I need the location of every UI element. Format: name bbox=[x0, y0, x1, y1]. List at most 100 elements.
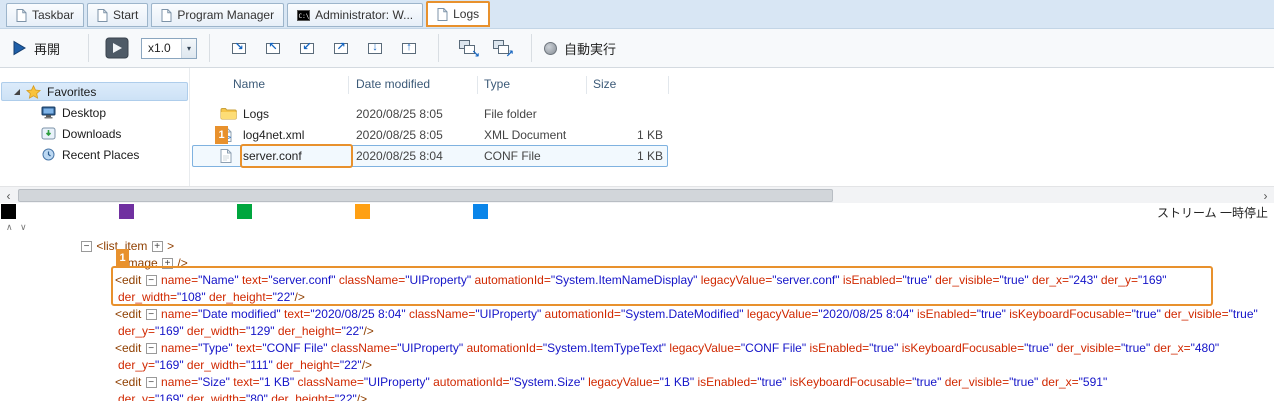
tree-node-edit-name[interactable]: <edit − name="Name" text="server.conf" c… bbox=[0, 272, 1274, 289]
tab-bar: Taskbar Start Program Manager C:\ Administra… bbox=[0, 0, 1274, 29]
expand-box-icon[interactable]: + bbox=[152, 241, 163, 252]
tree-node-continuation[interactable]: der_width="108" der_height="22"/> bbox=[0, 289, 1274, 306]
column-divider[interactable] bbox=[668, 76, 669, 94]
tree-node-continuation[interactable]: der_y="169" der_width="129" der_height="… bbox=[0, 323, 1274, 340]
folder-icon bbox=[220, 107, 237, 125]
step-down-icon[interactable]: ↓ bbox=[363, 36, 387, 60]
step-back-icon[interactable]: ↖ bbox=[261, 36, 285, 60]
tab-taskbar[interactable]: Taskbar bbox=[6, 3, 84, 27]
app-window: Taskbar Start Program Manager C:\ Administra… bbox=[0, 0, 1274, 401]
panel-scroll-controls: ∧ ∨ bbox=[0, 220, 1274, 236]
column-divider[interactable] bbox=[586, 76, 587, 94]
step-out-icon[interactable]: ↙ bbox=[295, 36, 319, 60]
tab-label: Logs bbox=[453, 7, 479, 21]
autorun-label: 自動実行 bbox=[564, 39, 616, 58]
collapse-box-icon[interactable]: − bbox=[81, 241, 92, 252]
sidebar-item-downloads[interactable]: Downloads bbox=[1, 124, 188, 143]
jump-to-line-icon[interactable]: ↗ bbox=[490, 36, 514, 60]
tab-start[interactable]: Start bbox=[87, 3, 148, 27]
column-headers: Name Date modified Type Size bbox=[190, 75, 1274, 95]
step-over-icon[interactable]: ↗ bbox=[329, 36, 353, 60]
resume-button[interactable]: 再開 bbox=[12, 39, 60, 58]
column-divider[interactable] bbox=[477, 76, 478, 94]
file-explorer: Favorites Desktop Downloads Recent Places N… bbox=[0, 68, 1274, 186]
file-date-modified: 2020/08/25 8:04 bbox=[356, 149, 443, 163]
tab-label: Start bbox=[113, 8, 138, 22]
sidebar-item-recent-places[interactable]: Recent Places bbox=[1, 145, 188, 164]
horizontal-scrollbar[interactable]: ‹ › bbox=[0, 186, 1274, 203]
collapse-box-icon[interactable]: − bbox=[146, 275, 157, 286]
stream-marker-2[interactable] bbox=[119, 204, 134, 219]
page-icon bbox=[161, 9, 172, 22]
arrow-glyph: ↗ bbox=[336, 42, 345, 53]
autorun-toggle[interactable]: 自動実行 bbox=[544, 39, 616, 58]
run-to-line-icon[interactable]: ↘ bbox=[456, 36, 480, 60]
sidebar-item-desktop[interactable]: Desktop bbox=[1, 103, 188, 122]
tree-node-continuation[interactable]: der_y="169" der_width="111" der_height="… bbox=[0, 357, 1274, 374]
chevron-down-icon[interactable]: ▾ bbox=[181, 39, 196, 58]
scroll-up-button[interactable]: ∧ bbox=[6, 222, 13, 233]
explorer-sidebar: Favorites Desktop Downloads Recent Places bbox=[0, 68, 190, 186]
restart-icon[interactable] bbox=[105, 37, 129, 59]
column-header-size[interactable]: Size bbox=[593, 77, 616, 91]
expander-icon[interactable] bbox=[14, 89, 20, 95]
record-circle-icon bbox=[544, 42, 557, 55]
step-into-icon[interactable]: ↘ bbox=[227, 36, 251, 60]
svg-text:C:\: C:\ bbox=[299, 13, 310, 20]
recent-places-icon bbox=[41, 148, 56, 161]
arrow-glyph: ↘ bbox=[234, 42, 243, 53]
collapse-box-icon[interactable]: − bbox=[146, 343, 157, 354]
tab-label: Taskbar bbox=[32, 8, 74, 22]
file-row-log4net-xml[interactable]: </>log4net.xml2020/08/25 8:05XML Documen… bbox=[190, 125, 1274, 145]
collapse-box-icon[interactable]: − bbox=[146, 377, 157, 388]
speed-select[interactable]: x1.0▾ bbox=[141, 38, 197, 59]
collapse-box-icon[interactable]: − bbox=[146, 309, 157, 320]
tree-node-edit-size[interactable]: <edit − name="Size" text="1 KB" classNam… bbox=[0, 374, 1274, 391]
step-up-icon[interactable]: ↑ bbox=[397, 36, 421, 60]
tree-node-continuation[interactable]: der_y="169" der_width="80" der_height="2… bbox=[0, 391, 1274, 401]
column-header-date-modified[interactable]: Date modified bbox=[356, 77, 430, 91]
stream-marker-1[interactable] bbox=[1, 204, 16, 219]
file-date-modified: 2020/08/25 8:05 bbox=[356, 107, 443, 121]
stream-marker-3[interactable] bbox=[237, 204, 252, 219]
file-type: XML Document bbox=[484, 128, 566, 142]
file-type: CONF File bbox=[484, 149, 541, 163]
page-icon bbox=[97, 9, 108, 22]
sidebar-item-label: Favorites bbox=[47, 85, 96, 99]
file-icon bbox=[220, 149, 232, 168]
tree-node-list-item[interactable]: − <list_item + > bbox=[0, 238, 1274, 255]
file-row-server-conf[interactable]: server.conf2020/08/25 8:04CONF File1 KB bbox=[190, 146, 1274, 166]
file-date-modified: 2020/08/25 8:05 bbox=[356, 128, 443, 142]
tree-node-edit-type[interactable]: <edit − name="Type" text="CONF File" cla… bbox=[0, 340, 1274, 357]
star-icon bbox=[26, 85, 41, 99]
file-row-logs[interactable]: Logs2020/08/25 8:05File folder bbox=[190, 104, 1274, 124]
toolbar-separator bbox=[438, 34, 439, 62]
page-icon bbox=[437, 8, 448, 21]
expand-box-icon[interactable]: + bbox=[162, 258, 173, 269]
arrow-glyph: ↙ bbox=[302, 42, 311, 53]
column-header-name[interactable]: Name bbox=[233, 77, 265, 91]
file-type: File folder bbox=[484, 107, 537, 121]
sidebar-item-favorites[interactable]: Favorites bbox=[1, 82, 188, 101]
stream-marker-4[interactable] bbox=[355, 204, 370, 219]
stream-status-label: ストリーム 一時停止 bbox=[1157, 204, 1268, 221]
arrow-glyph: ↓ bbox=[372, 42, 378, 53]
tab-administrator-w[interactable]: C:\ Administrator: W... bbox=[287, 3, 423, 27]
column-divider[interactable] bbox=[348, 76, 349, 94]
tab-label: Administrator: W... bbox=[315, 8, 413, 22]
tab-logs[interactable]: Logs bbox=[426, 1, 490, 27]
sidebar-item-label: Desktop bbox=[62, 106, 106, 120]
stream-marker-5[interactable] bbox=[473, 204, 488, 219]
downloads-icon bbox=[41, 127, 56, 140]
scroll-right-button[interactable]: › bbox=[1257, 187, 1274, 204]
file-name: server.conf bbox=[243, 149, 302, 163]
tab-program-manager[interactable]: Program Manager bbox=[151, 3, 284, 27]
scroll-down-button[interactable]: ∨ bbox=[20, 222, 27, 233]
tree-node-edit-date-modified[interactable]: <edit − name="Date modified" text="2020/… bbox=[0, 306, 1274, 323]
scrollbar-thumb[interactable] bbox=[18, 189, 833, 202]
tree-node-image[interactable]: <image + /> bbox=[0, 255, 1274, 272]
arrow-glyph: ↗ bbox=[506, 50, 514, 60]
column-header-type[interactable]: Type bbox=[484, 77, 510, 91]
toolbar-separator bbox=[88, 34, 89, 62]
scroll-left-button[interactable]: ‹ bbox=[0, 187, 17, 204]
